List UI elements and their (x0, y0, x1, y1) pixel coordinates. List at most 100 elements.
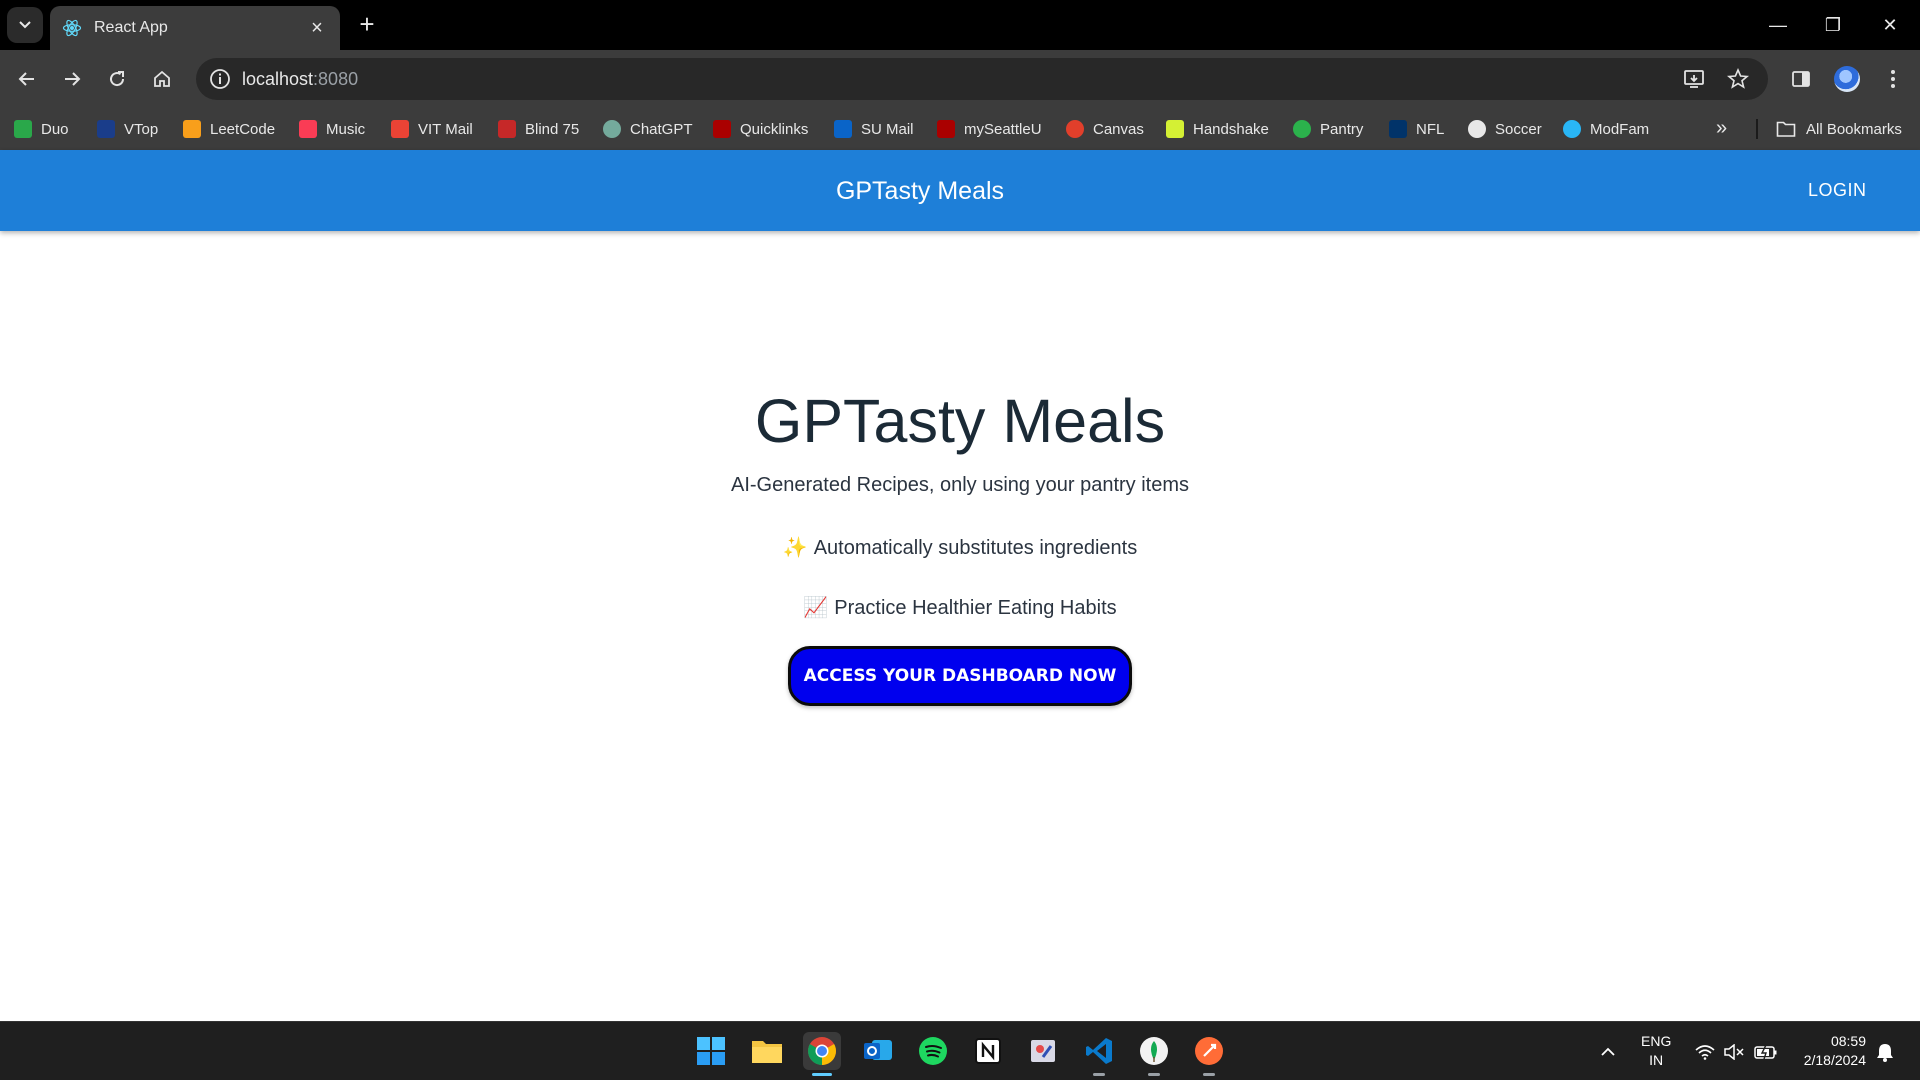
wifi-icon (1695, 1044, 1715, 1060)
taskbar-mongodb[interactable] (1135, 1032, 1173, 1076)
arrow-right-icon (65, 72, 81, 86)
back-button[interactable] (10, 62, 44, 96)
taskbar-postman[interactable] (1190, 1032, 1228, 1076)
seattleu-icon (937, 120, 955, 138)
home-icon (154, 70, 170, 87)
folder-icon (752, 1041, 782, 1063)
bookmark-star-icon[interactable] (1726, 67, 1750, 91)
canvas-icon (1066, 120, 1084, 138)
taskbar-notion[interactable] (969, 1032, 1007, 1070)
bookmark-music[interactable]: Music (299, 108, 365, 150)
chatgpt-icon (603, 120, 621, 138)
spotify-icon (919, 1037, 947, 1065)
menu-button[interactable] (1876, 62, 1910, 96)
volume-status[interactable] (1723, 1022, 1745, 1081)
bookmark-label: mySeattleU (964, 120, 1042, 138)
bookmark-quicklinks[interactable]: Quicklinks (713, 108, 808, 150)
close-window-icon[interactable]: ✕ (1870, 10, 1910, 40)
tab-close-icon[interactable]: × (306, 17, 328, 40)
taskbar-snipping-tool[interactable] (1024, 1032, 1062, 1070)
login-button[interactable]: LOGIN (1808, 180, 1867, 201)
url-text[interactable]: localhost:8080 (242, 69, 358, 90)
new-tab-button[interactable]: + (352, 10, 382, 40)
browser-tab[interactable]: React App × (50, 6, 340, 50)
bookmark-label: Handshake (1193, 120, 1269, 138)
seattleu-icon (713, 120, 731, 138)
windows-start-icon (697, 1037, 725, 1065)
bookmark-myseattleu[interactable]: mySeattleU (937, 108, 1042, 150)
url-host: localhost (242, 69, 314, 89)
chrome-icon (808, 1037, 836, 1065)
bookmark-label: ModFam (1590, 120, 1650, 138)
wifi-status[interactable] (1695, 1022, 1715, 1081)
clock[interactable]: 08:59 2/18/2024 (1790, 1032, 1866, 1070)
forward-button[interactable] (55, 62, 89, 96)
gmail-icon (391, 120, 409, 138)
site-info-icon[interactable] (208, 67, 232, 91)
taskbar-outlook[interactable] (859, 1032, 897, 1070)
url-port: :8080 (313, 69, 359, 89)
bookmark-leetcode[interactable]: LeetCode (183, 108, 275, 150)
feature-text: Practice Healthier Eating Habits (834, 597, 1117, 619)
battery-status[interactable] (1754, 1022, 1778, 1081)
clock-time: 08:59 (1830, 1033, 1866, 1049)
tray-overflow-button[interactable] (1600, 1022, 1616, 1081)
notifications-button[interactable] (1876, 1022, 1894, 1081)
bookmark-label: Pantry (1320, 120, 1364, 138)
bookmark-soccer[interactable]: Soccer (1468, 108, 1542, 150)
chart-up-icon: 📈 (803, 597, 829, 619)
start-button[interactable] (692, 1032, 730, 1070)
bookmark-modfam[interactable]: ModFam (1563, 108, 1649, 150)
bookmark-duo[interactable]: Duo (14, 108, 69, 150)
side-panel-button[interactable] (1784, 62, 1818, 96)
arrow-left-icon (18, 72, 34, 86)
access-dashboard-button[interactable]: ACCESS YOUR DASHBOARD NOW (788, 646, 1132, 706)
bookmark-label: Soccer (1495, 120, 1542, 138)
input-language-indicator[interactable]: ENG IN (1641, 1032, 1671, 1070)
chevron-up-icon (1601, 1047, 1615, 1056)
tab-search-button[interactable] (7, 7, 43, 43)
browser-tabstrip: React App × + — ❐ ✕ (0, 0, 1920, 50)
hero-subtitle: AI-Generated Recipes, only using your pa… (731, 474, 1189, 496)
install-app-icon[interactable] (1682, 67, 1706, 91)
bookmark-label: ChatGPT (630, 120, 693, 138)
bookmark-su-mail[interactable]: SU Mail (834, 108, 914, 150)
bookmark-label: LeetCode (210, 120, 276, 138)
more-bookmarks-icon[interactable]: » (1716, 117, 1727, 140)
bookmark-label: Quicklinks (740, 120, 809, 138)
taskbar-file-explorer[interactable] (748, 1032, 786, 1070)
reload-button[interactable] (100, 62, 134, 96)
music-icon (299, 120, 317, 138)
bookmark-vtop[interactable]: VTop (97, 108, 158, 150)
taskbar-spotify[interactable] (914, 1032, 952, 1070)
leetcode-icon (183, 120, 201, 138)
bookmark-chatgpt[interactable]: ChatGPT (603, 108, 693, 150)
bookmark-nfl[interactable]: NFL (1389, 108, 1444, 150)
home-button[interactable] (145, 62, 179, 96)
language-code: ENG (1641, 1033, 1672, 1049)
bookmark-handshake[interactable]: Handshake (1166, 108, 1269, 150)
notion-icon (975, 1038, 1001, 1064)
bookmark-pantry[interactable]: Pantry (1293, 108, 1363, 150)
profile-button[interactable] (1830, 62, 1864, 96)
minimize-icon[interactable]: — (1758, 10, 1798, 40)
snipping-tool-icon (1031, 1040, 1055, 1062)
address-bar[interactable]: localhost:8080 (196, 58, 1768, 100)
restore-icon[interactable]: ❐ (1813, 10, 1853, 40)
clock-date: 2/18/2024 (1803, 1052, 1866, 1068)
vtop-icon (97, 120, 115, 138)
running-indicator (1203, 1073, 1215, 1076)
volume-muted-icon (1724, 1043, 1744, 1060)
bookmark-vit-mail[interactable]: VIT Mail (391, 108, 473, 150)
sparkles-icon: ✨ (782, 537, 808, 559)
bookmark-canvas[interactable]: Canvas (1066, 108, 1144, 150)
active-indicator (812, 1073, 832, 1076)
app-header: GPTasty Meals LOGIN (0, 150, 1920, 231)
bookmark-blind-75[interactable]: Blind 75 (498, 108, 579, 150)
taskbar-vscode[interactable] (1080, 1032, 1118, 1076)
taskbar-chrome[interactable] (803, 1032, 841, 1076)
nfl-icon (1389, 120, 1407, 138)
bell-icon (1877, 1043, 1893, 1062)
all-bookmarks-button[interactable]: All Bookmarks (1776, 108, 1902, 150)
bookmark-label: VTop (124, 120, 159, 138)
